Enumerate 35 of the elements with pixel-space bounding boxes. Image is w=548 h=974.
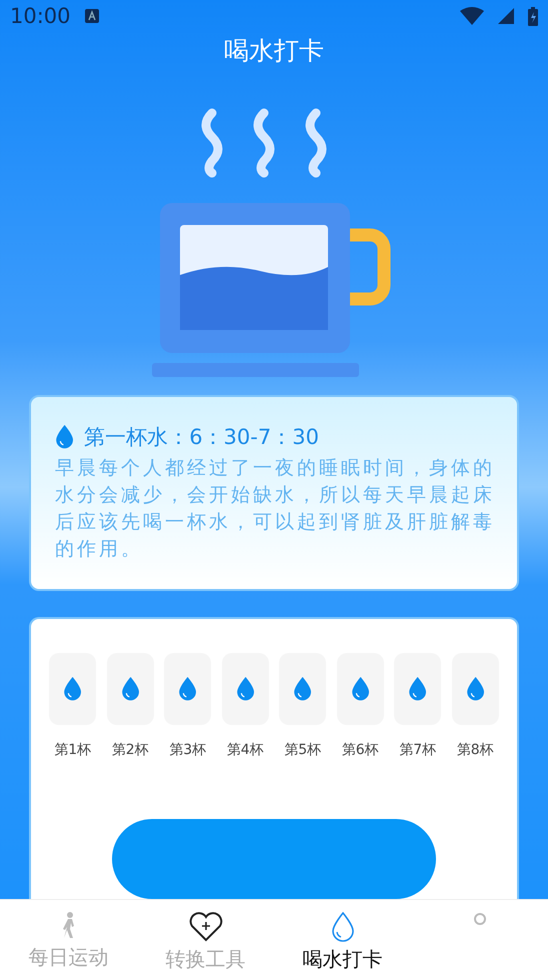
water-drop-icon [293,677,312,701]
cup-slot[interactable] [279,653,326,725]
water-drop-icon [178,677,198,701]
cup-label: 第3杯 [169,741,206,759]
status-time: 10:00 [10,4,71,28]
cup-slot[interactable] [164,653,212,725]
cup-label: 第6杯 [342,741,379,759]
cup-slot[interactable] [336,653,384,725]
cup-slot[interactable] [106,653,154,725]
cup-label: 第4杯 [226,741,264,759]
cup-slot[interactable] [222,653,269,725]
tip-text: 早晨每个人都经过了一夜的睡眠时间，身体的水分会减少，会开始缺水，所以每天早晨起床后应该先喝一杯水，可以起到肾脏及肝脏解毒的作用。 [55,456,496,562]
keyboard-icon [84,9,99,23]
signal-icon [498,8,514,24]
water-drop-icon [330,912,354,942]
page-title: 喝水打卡 [223,35,325,67]
cup-label: 第2杯 [112,741,149,759]
battery-icon [528,6,538,26]
cup-label: 第5杯 [284,741,322,759]
cup-label: 第1杯 [54,741,92,759]
water-drop-icon [120,677,140,701]
water-drop-icon [466,677,485,701]
wifi-icon [460,7,484,25]
water-drop-icon [63,677,82,701]
cup-slot[interactable] [49,653,96,725]
tip-heading: 第一杯水：6：30-7：30 [84,424,319,451]
water-drop-icon [408,677,428,701]
cup-slot[interactable] [394,653,442,725]
cup-label: 第7杯 [399,741,436,759]
heart-plus-icon [188,912,222,942]
water-drop-icon [55,425,74,449]
water-drop-icon [236,677,255,701]
cup-slot[interactable] [452,653,499,725]
cup-label: 第8杯 [456,741,494,759]
water-drop-icon [350,677,370,701]
